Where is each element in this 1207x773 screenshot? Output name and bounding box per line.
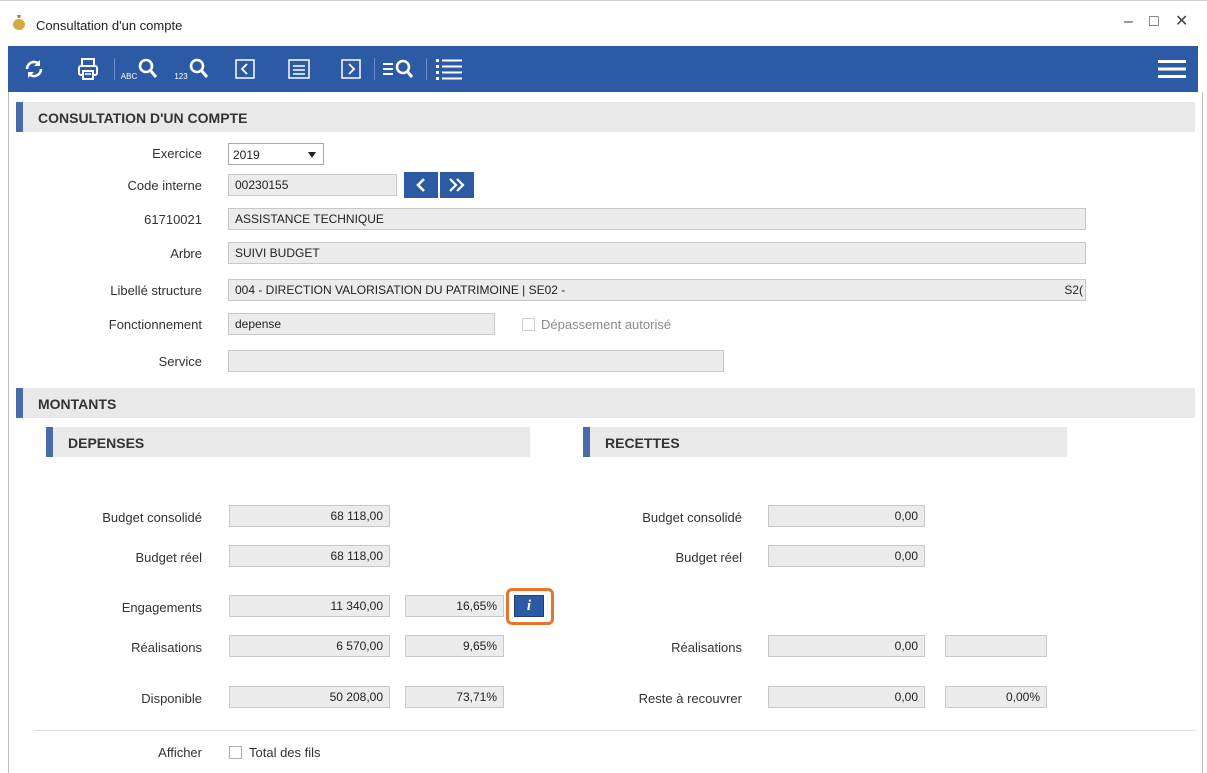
dep-budget-reel-label: Budget réel: [135, 550, 203, 565]
divider: [34, 730, 1196, 731]
arbre-label: Arbre: [170, 246, 202, 261]
document-list-icon: [288, 59, 310, 79]
frame-left-border: [8, 92, 9, 773]
code-interne-label: Code interne: [127, 178, 202, 193]
hamburger-icon: [1158, 60, 1186, 78]
structure-value: 004 - DIRECTION VALORISATION DU PATRIMOI…: [235, 283, 566, 297]
previous-record-button[interactable]: [234, 54, 256, 84]
arbre-field[interactable]: SUIVI BUDGET: [228, 242, 1086, 264]
chevron-left-icon: [416, 178, 425, 192]
info-icon: i: [526, 597, 532, 614]
rec-realisations-label: Réalisations: [671, 640, 742, 655]
exercice-label: Exercice: [152, 146, 202, 161]
section-header-compte: CONSULTATION D'UN COMPTE: [16, 102, 1195, 132]
chevron-left-icon: [235, 59, 255, 79]
subsection-title: DEPENSES: [68, 435, 145, 451]
rec-budget-consolide-label: Budget consolidé: [642, 510, 742, 525]
service-label: Service: [158, 354, 202, 369]
rec-reste-pct-field[interactable]: 0,00%: [945, 686, 1047, 708]
engagements-info-button[interactable]: i: [514, 595, 544, 617]
search-icon: [138, 58, 158, 78]
section-accent-bar: [46, 427, 53, 457]
afficher-label: Afficher: [158, 745, 202, 760]
section-title: CONSULTATION D'UN COMPTE: [38, 110, 248, 126]
window-title: Consultation d'un compte: [36, 18, 183, 33]
printer-icon: [78, 58, 98, 80]
dropdown-arrow-icon: [308, 152, 316, 158]
previous-account-button[interactable]: [404, 172, 438, 198]
refresh-icon: [25, 60, 43, 78]
service-field[interactable]: [228, 350, 724, 372]
dep-engagements-label: Engagements: [121, 600, 202, 615]
hamburger-menu-button[interactable]: [1156, 54, 1188, 84]
section-accent-bar: [16, 102, 23, 132]
print-button[interactable]: [74, 54, 102, 84]
dep-budget-consolide-field[interactable]: 68 118,00: [229, 505, 390, 527]
section-accent-bar: [583, 427, 590, 457]
exercice-value: 2019: [233, 148, 260, 162]
exercice-select[interactable]: 2019: [228, 143, 324, 165]
search-text-button[interactable]: ABC: [120, 54, 160, 84]
toolbar-separator: [114, 58, 115, 80]
section-title: MONTANTS: [38, 396, 117, 412]
rec-reste-field[interactable]: 0,00: [768, 686, 925, 708]
chevron-right-icon: [341, 59, 361, 79]
filter-search-button[interactable]: [380, 54, 420, 84]
dep-budget-reel-field[interactable]: 68 118,00: [229, 545, 390, 567]
dep-disponible-field[interactable]: 50 208,00: [229, 686, 390, 708]
rec-budget-reel-field[interactable]: 0,00: [768, 545, 925, 567]
rec-realisations-pct-field[interactable]: [945, 635, 1047, 657]
filter-search-icon: [383, 59, 414, 78]
details-list-button[interactable]: [432, 54, 466, 84]
total-fils-checkbox[interactable]: [229, 746, 242, 759]
dep-realisations-field[interactable]: 6 570,00: [229, 635, 390, 657]
fonctionnement-label: Fonctionnement: [108, 317, 202, 332]
close-button[interactable]: ✕: [1175, 13, 1188, 31]
minimize-button[interactable]: –: [1124, 13, 1133, 31]
depassement-label: Dépassement autorisé: [541, 317, 672, 332]
window-title-bar: Consultation d'un compte – □ ✕: [0, 0, 1207, 47]
money-bag-icon: [13, 15, 25, 30]
libelle-structure-field[interactable]: 004 - DIRECTION VALORISATION DU PATRIMOI…: [228, 279, 1086, 301]
toolbar: ABC 123: [8, 46, 1198, 92]
dep-disponible-label: Disponible: [141, 691, 202, 706]
list-view-button[interactable]: [286, 54, 312, 84]
maximize-button[interactable]: □: [1149, 13, 1159, 31]
double-chevron-right-icon: [449, 178, 465, 192]
dep-realisations-pct-field[interactable]: 9,65%: [405, 635, 504, 657]
dep-engagements-pct-field[interactable]: 16,65%: [405, 595, 504, 617]
number-label: 123: [174, 71, 188, 81]
rec-budget-consolide-field[interactable]: 0,00: [768, 505, 925, 527]
toolbar-separator: [426, 58, 427, 80]
account-number-label: 61710021: [144, 212, 202, 227]
toolbar-separator: [374, 58, 375, 80]
abc-label: ABC: [120, 71, 138, 81]
subsection-title: RECETTES: [605, 435, 680, 451]
refresh-button[interactable]: [20, 54, 48, 84]
section-header-montants: MONTANTS: [16, 388, 1195, 418]
frame-right-border: [1202, 92, 1203, 773]
search-icon: [189, 58, 208, 78]
dep-realisations-label: Réalisations: [131, 640, 202, 655]
fonctionnement-field[interactable]: depense: [228, 313, 495, 335]
code-interne-field[interactable]: 00230155: [228, 174, 397, 196]
dep-engagements-field[interactable]: 11 340,00: [229, 595, 390, 617]
dep-budget-consolide-label: Budget consolidé: [102, 510, 202, 525]
section-accent-bar: [16, 388, 23, 418]
dep-disponible-pct-field[interactable]: 73,71%: [405, 686, 504, 708]
next-record-button[interactable]: [340, 54, 362, 84]
search-number-button[interactable]: 123: [172, 54, 212, 84]
account-name-field[interactable]: ASSISTANCE TECHNIQUE: [228, 208, 1086, 230]
subsection-header-recettes: RECETTES: [583, 427, 1067, 457]
list-icon: [436, 59, 462, 80]
libelle-structure-label: Libellé structure: [110, 283, 202, 298]
subsection-header-depenses: DEPENSES: [46, 427, 530, 457]
rec-realisations-field[interactable]: 0,00: [768, 635, 925, 657]
rec-reste-label: Reste à recouvrer: [638, 691, 742, 706]
structure-suffix: S2(: [1064, 283, 1083, 297]
depassement-checkbox[interactable]: [522, 318, 535, 331]
next-account-button[interactable]: [440, 172, 474, 198]
total-fils-label: Total des fils: [249, 745, 321, 760]
rec-budget-reel-label: Budget réel: [675, 550, 743, 565]
